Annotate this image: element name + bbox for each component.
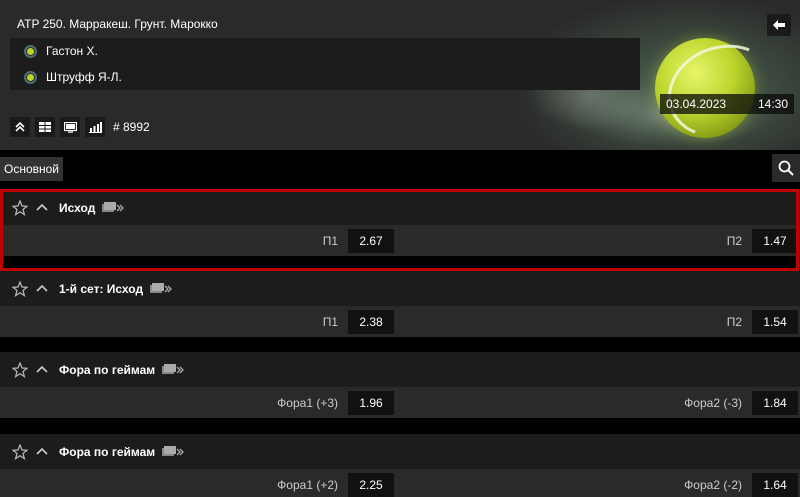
odd-button[interactable]: 1.64 bbox=[752, 473, 798, 497]
chevron-up-icon[interactable] bbox=[36, 446, 48, 458]
chevron-up-icon[interactable] bbox=[36, 364, 48, 376]
market-header: 1-й сет: Исход bbox=[0, 271, 800, 306]
market-block: Фора по геймам Фора1 (+2) 2.25 Фора2 (-2… bbox=[0, 434, 800, 497]
odd-label: П1 bbox=[322, 233, 338, 248]
cash-forward-icon bbox=[162, 445, 185, 456]
player-name: Гастон Х. bbox=[46, 44, 98, 58]
market-title: Фора по геймам bbox=[59, 362, 156, 377]
market-header: Фора по геймам bbox=[0, 434, 800, 469]
match-header: ATP 250. Марракеш. Грунт. Марокко Гастон… bbox=[0, 0, 800, 150]
odd-button[interactable]: 2.25 bbox=[348, 473, 394, 497]
odd-button[interactable]: 1.54 bbox=[752, 310, 798, 334]
player-name: Штруфф Я-Л. bbox=[46, 70, 122, 84]
back-button[interactable] bbox=[767, 14, 791, 36]
market-odds-row: П1 2.38 П2 1.54 bbox=[0, 306, 800, 337]
player-ball-icon bbox=[24, 70, 37, 84]
star-icon[interactable] bbox=[12, 443, 28, 460]
odd-button[interactable]: 1.47 bbox=[752, 229, 798, 253]
market-block: Фора по геймам Фора1 (+3) 1.96 Фора2 (-3… bbox=[0, 352, 800, 418]
search-button[interactable] bbox=[772, 154, 800, 182]
back-arrow-icon bbox=[773, 20, 785, 30]
odd-label: П2 bbox=[726, 314, 742, 329]
odd-button[interactable]: 1.84 bbox=[752, 391, 798, 415]
match-date: 03.04.2023 bbox=[666, 97, 727, 111]
odd-label: Фора2 (-3) bbox=[684, 395, 742, 410]
monitor-icon bbox=[63, 121, 77, 133]
odd-button[interactable]: 2.38 bbox=[348, 310, 394, 334]
collapse-button[interactable] bbox=[10, 117, 30, 137]
grid-icon bbox=[39, 122, 51, 132]
player-row: Штруфф Я-Л. bbox=[10, 64, 640, 90]
match-datetime: 03.04.2023 14:30 bbox=[660, 94, 794, 114]
star-icon[interactable] bbox=[12, 199, 28, 216]
odd-label: Фора2 (-2) bbox=[684, 477, 742, 492]
odd-label: Фора1 (+2) bbox=[277, 477, 338, 492]
star-icon[interactable] bbox=[12, 280, 28, 297]
tournament-title: ATP 250. Марракеш. Грунт. Марокко bbox=[17, 17, 218, 31]
chevron-up-icon[interactable] bbox=[36, 283, 48, 295]
statistics-button[interactable] bbox=[85, 117, 105, 137]
header-toolbar: # 8992 bbox=[10, 117, 150, 137]
market-header: Исход bbox=[0, 190, 800, 225]
tab-bar: Основной bbox=[0, 150, 800, 188]
market-header: Фора по геймам bbox=[0, 352, 800, 387]
stats-icon bbox=[88, 121, 102, 133]
grid-view-button[interactable] bbox=[35, 117, 55, 137]
market-title: Фора по геймам bbox=[59, 444, 156, 459]
market-block: Исход П1 2.67 П2 1.47 bbox=[0, 190, 800, 256]
market-block: 1-й сет: Исход П1 2.38 П2 1.54 bbox=[0, 271, 800, 337]
tab-main[interactable]: Основной bbox=[0, 157, 64, 181]
search-icon bbox=[778, 160, 794, 176]
player-row: Гастон Х. bbox=[10, 38, 640, 64]
odd-button[interactable]: 2.67 bbox=[348, 229, 394, 253]
market-odds-row: Фора1 (+2) 2.25 Фора2 (-2) 1.64 bbox=[0, 469, 800, 497]
odd-label: П2 bbox=[726, 233, 742, 248]
market-odds-row: Фора1 (+3) 1.96 Фора2 (-3) 1.84 bbox=[0, 387, 800, 418]
cash-forward-icon bbox=[150, 282, 173, 293]
player-ball-icon bbox=[24, 44, 37, 58]
cash-forward-icon bbox=[162, 363, 185, 374]
odd-button[interactable]: 1.96 bbox=[348, 391, 394, 415]
market-title: 1-й сет: Исход bbox=[59, 281, 144, 296]
market-odds-row: П1 2.67 П2 1.47 bbox=[0, 225, 800, 256]
star-icon[interactable] bbox=[12, 361, 28, 378]
players-panel: Гастон Х. Штруфф Я-Л. bbox=[10, 38, 640, 90]
match-id: # 8992 bbox=[113, 120, 150, 134]
collapse-icon bbox=[15, 122, 25, 132]
market-title: Исход bbox=[59, 200, 96, 215]
odd-label: Фора1 (+3) bbox=[277, 395, 338, 410]
tennis-ball-image bbox=[654, 29, 790, 150]
match-time: 14:30 bbox=[757, 97, 788, 111]
cash-forward-icon bbox=[102, 201, 125, 212]
odd-label: П1 bbox=[322, 314, 338, 329]
chevron-up-icon[interactable] bbox=[36, 202, 48, 214]
broadcast-button[interactable] bbox=[60, 117, 80, 137]
